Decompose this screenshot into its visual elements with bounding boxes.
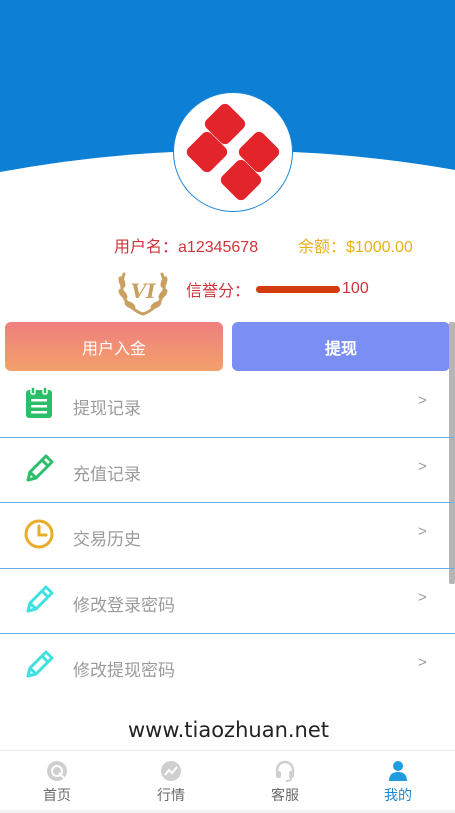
bottom-tab-bar: 首页 行情 客服 我的 <box>0 750 455 810</box>
deposit-button[interactable]: 用户入金 <box>5 322 223 371</box>
menu-item-change-login-password[interactable]: 修改登录密码 > <box>0 569 455 635</box>
vip-badge-text: VI <box>131 279 157 303</box>
menu-item-trade-history[interactable]: 交易历史 > <box>0 503 455 569</box>
logo-icon <box>186 103 280 201</box>
vip-laurel-icon: VI <box>118 272 168 316</box>
pencil-icon <box>26 585 54 613</box>
credit-progress-bar <box>256 285 341 293</box>
menu-label: 交易历史 <box>73 530 141 550</box>
chevron-right-icon: > <box>418 392 427 409</box>
chevron-right-icon: > <box>418 654 427 672</box>
menu-label: 修改登录密码 <box>73 595 175 615</box>
watermark: www.tiaozhuan.net <box>128 718 330 742</box>
avatar[interactable] <box>173 92 293 212</box>
pencil-icon <box>26 454 54 482</box>
tab-label: 客服 <box>271 787 299 803</box>
username-value: a12345678 <box>178 239 259 256</box>
menu-label: 修改提现密码 <box>73 661 175 681</box>
menu-label: 提现记录 <box>73 399 141 418</box>
balance-value: $1000.00 <box>346 239 413 256</box>
username: 用户名：a12345678 <box>114 233 258 257</box>
menu-item-recharge-records[interactable]: 充值记录 > <box>0 438 455 504</box>
home-icon <box>47 761 67 781</box>
trend-icon <box>161 761 181 781</box>
menu-item-change-withdraw-password[interactable]: 修改提现密码 > <box>0 634 455 700</box>
clock-icon <box>24 519 54 549</box>
menu-item-withdraw-records[interactable]: 提现记录 > <box>0 372 455 438</box>
credit-label: 信誉分： <box>186 283 251 300</box>
tab-home[interactable]: 首页 <box>0 751 114 811</box>
clipboard-icon <box>26 386 52 418</box>
tab-label: 我的 <box>384 787 412 803</box>
tab-support[interactable]: 客服 <box>228 751 342 811</box>
credit-value: 100 <box>342 280 369 297</box>
pencil-icon <box>26 650 54 678</box>
chevron-right-icon: > <box>418 588 427 606</box>
username-label: 用户名： <box>114 239 179 256</box>
account-info: 用户名：a12345678 余额：$1000.00 <box>0 233 455 257</box>
chevron-right-icon: > <box>418 523 427 541</box>
tab-market[interactable]: 行情 <box>114 751 228 811</box>
balance-label: 余额： <box>298 239 347 256</box>
tab-label: 行情 <box>157 787 185 803</box>
menu-label: 充值记录 <box>73 464 141 484</box>
chevron-right-icon: > <box>418 457 427 475</box>
user-icon <box>389 761 407 781</box>
tab-label: 首页 <box>43 787 71 803</box>
headset-icon <box>275 760 295 782</box>
balance: 余额：$1000.00 <box>298 233 413 257</box>
tab-mine[interactable]: 我的 <box>341 751 455 811</box>
withdraw-button[interactable]: 提现 <box>232 322 450 371</box>
account-menu: 提现记录 > 充值记录 > 交易历史 > 修改登录密码 > 修改提现密码 > <box>0 372 455 700</box>
credit-score: 信誉分： 100 <box>186 278 369 300</box>
